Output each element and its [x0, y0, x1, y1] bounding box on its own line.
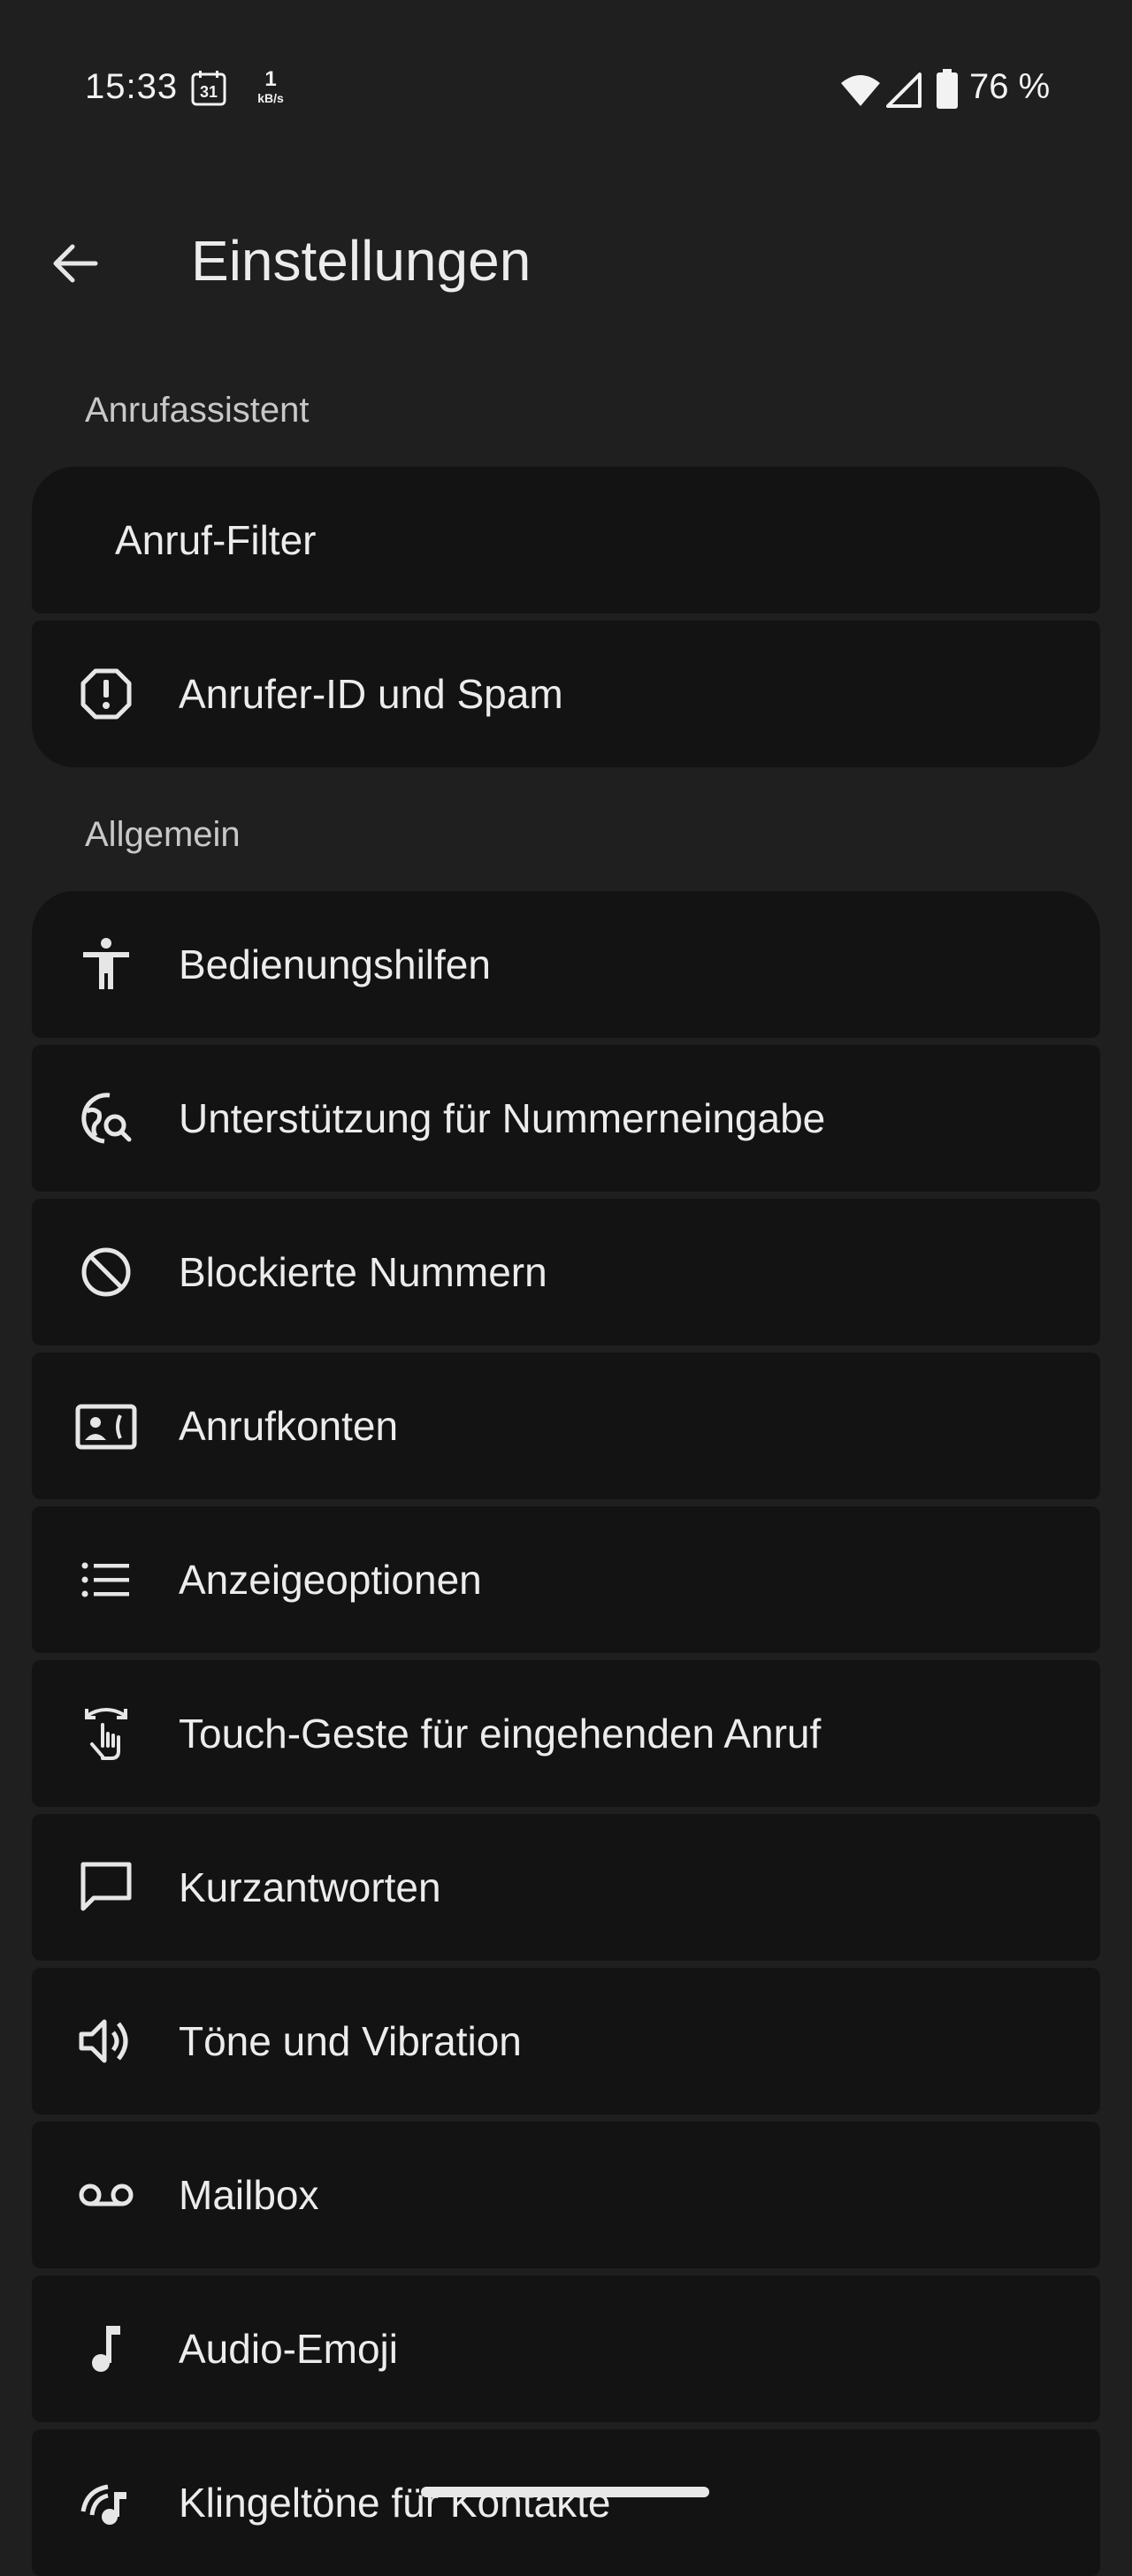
settings-item-label: Klingeltöne für Kontakte — [179, 2480, 611, 2526]
chat-bubble-icon — [80, 1862, 132, 1911]
settings-item-label: Touch-Geste für eingehenden Anruf — [179, 1711, 822, 1757]
home-indicator[interactable] — [421, 2487, 709, 2497]
volume-icon — [79, 2019, 128, 2063]
settings-item-label: Bedienungshilfen — [179, 941, 491, 987]
network-speed-unit: kB/s — [257, 91, 284, 105]
block-icon — [81, 1247, 131, 1297]
calendar-day: 31 — [200, 83, 218, 101]
settings-item-label: Kurzantworten — [179, 1864, 441, 1910]
settings-item-toene-vibration[interactable]: Töne und Vibration — [32, 1968, 1100, 2115]
contact-phone-icon — [75, 1404, 137, 1450]
settings-item-klingeltoene-kontakte[interactable]: Klingeltöne für Kontakte — [32, 2429, 1100, 2576]
wifi-icon — [841, 75, 880, 106]
settings-item-audio-emoji[interactable]: Audio-Emoji — [32, 2275, 1100, 2422]
settings-item-label: Töne und Vibration — [179, 2018, 522, 2064]
battery-icon — [937, 69, 958, 109]
accessibility-icon — [83, 938, 129, 989]
settings-item-label: Unterstützung für Nummerneingabe — [179, 1095, 826, 1141]
settings-item-label: Anrufer-ID und Spam — [179, 671, 563, 717]
alert-octagon-icon — [80, 668, 132, 720]
back-arrow-icon[interactable] — [46, 235, 103, 292]
settings-item-label: Anrufkonten — [179, 1403, 399, 1449]
status-bar: 15:33 31 1 kB/s 76 % — [0, 0, 1132, 177]
settings-item-label: Mailbox — [179, 2172, 319, 2218]
settings-item-anrufkonten[interactable]: Anrufkonten — [32, 1353, 1100, 1499]
settings-item-anruf-filter[interactable]: Anruf-Filter — [32, 467, 1100, 614]
network-speed: 1 kB/s — [251, 67, 290, 105]
page-title: Einstellungen — [191, 229, 532, 293]
ringtone-icon — [80, 2484, 126, 2525]
settings-item-label: Anruf-Filter — [115, 517, 317, 563]
signal-icon — [886, 72, 922, 108]
section-title-anrufassistent: Anrufassistent — [85, 391, 310, 430]
settings-item-label: Anzeigeoptionen — [179, 1557, 482, 1603]
section-title-allgemein: Allgemein — [85, 815, 241, 854]
network-speed-value: 1 — [264, 67, 277, 91]
settings-item-kurzantworten[interactable]: Kurzantworten — [32, 1814, 1100, 1961]
calendar-icon: 31 — [191, 71, 226, 106]
settings-item-mailbox[interactable]: Mailbox — [32, 2122, 1100, 2268]
settings-item-label: Blockierte Nummern — [179, 1249, 547, 1295]
globe-search-icon — [81, 1093, 132, 1144]
battery-percentage: 76 % — [969, 67, 1051, 106]
settings-item-label: Audio-Emoji — [179, 2326, 398, 2372]
settings-item-touch-geste[interactable]: Touch-Geste für eingehenden Anruf — [32, 1660, 1100, 1807]
status-time: 15:33 — [85, 67, 179, 106]
swipe-gesture-icon — [85, 1708, 127, 1760]
settings-item-anrufer-id-spam[interactable]: Anrufer-ID und Spam — [32, 621, 1100, 767]
voicemail-icon — [79, 2184, 134, 2206]
settings-item-anzeigeoptionen[interactable]: Anzeigeoptionen — [32, 1506, 1100, 1653]
settings-item-nummerneingabe[interactable]: Unterstützung für Nummerneingabe — [32, 1045, 1100, 1192]
settings-item-bedienungshilfen[interactable]: Bedienungshilfen — [32, 891, 1100, 1038]
list-icon — [81, 1562, 129, 1597]
music-note-icon — [92, 2326, 120, 2372]
settings-item-blockierte-nummern[interactable]: Blockierte Nummern — [32, 1199, 1100, 1345]
